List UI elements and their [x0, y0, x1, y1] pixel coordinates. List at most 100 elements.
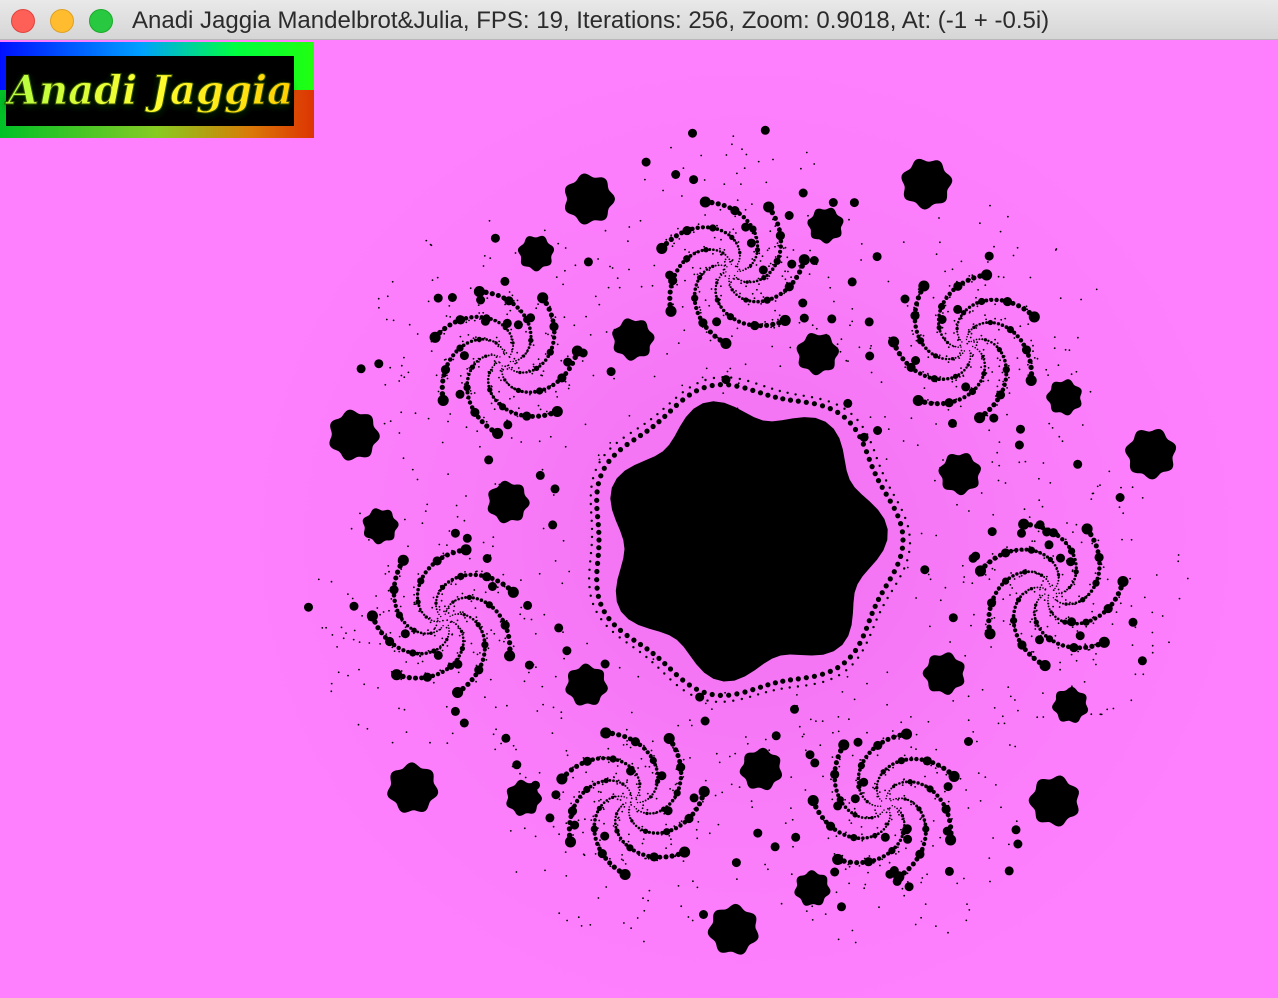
fractal-speck — [684, 279, 686, 282]
fractal-speck — [436, 620, 439, 622]
fractal-speck — [880, 739, 886, 745]
fractal-speck — [1077, 650, 1079, 653]
fractal-speck — [833, 300, 835, 303]
fractal-speck — [1021, 593, 1023, 595]
fractal-speck — [526, 348, 529, 351]
fractal-speck — [1036, 357, 1039, 360]
fractal-speck — [999, 351, 1004, 355]
fractal-speck — [489, 606, 492, 609]
fractal-canvas[interactable] — [0, 40, 1278, 998]
fractal-speck — [713, 236, 716, 239]
fractal-speck — [1095, 576, 1100, 581]
fractal-speck — [866, 456, 872, 462]
fractal-speck — [955, 385, 958, 388]
fractal-speck — [1016, 246, 1019, 249]
fractal-speck — [730, 281, 732, 284]
fractal-speck — [689, 226, 691, 229]
fractal-speck — [597, 258, 599, 260]
fractal-speck — [819, 403, 826, 409]
fractal-speck — [618, 781, 622, 784]
fractal-speck — [417, 662, 419, 665]
fractal-speck — [1039, 586, 1042, 589]
fractal-speck — [590, 519, 593, 522]
fractal-speck — [476, 430, 479, 433]
fractal-speck — [1020, 645, 1022, 647]
fractal-speck — [330, 682, 333, 685]
fractal-speck — [446, 377, 449, 380]
fractal-speck — [475, 336, 477, 338]
fractal-speck — [900, 811, 902, 814]
fractal-speck — [725, 154, 728, 156]
fractal-speck — [869, 857, 872, 860]
fractal-speck — [957, 397, 962, 402]
fractal-speck — [1047, 599, 1049, 602]
fractal-speck — [435, 598, 438, 602]
close-icon[interactable] — [11, 9, 35, 33]
fractal-speck — [1039, 588, 1041, 591]
fractal-speck — [1009, 744, 1011, 746]
fractal-speck — [399, 605, 402, 608]
fractal-speck — [980, 366, 982, 369]
fractal-speck — [551, 382, 556, 388]
fractal-speck — [886, 671, 889, 674]
title-bar[interactable]: Anadi Jaggia Mandelbrot&Julia, FPS: 19, … — [0, 0, 1278, 40]
fractal-speck — [1141, 497, 1144, 499]
fractal-speck — [665, 305, 677, 317]
fractal-speck — [731, 335, 733, 338]
fractal-speck — [790, 276, 792, 279]
fractal-speck — [1052, 611, 1054, 614]
fractal-speck — [969, 278, 971, 281]
fractal-speck — [975, 324, 978, 327]
fractal-speck — [435, 605, 438, 608]
fractal-speck — [759, 260, 762, 262]
fractal-speck — [830, 778, 832, 781]
fractal-speck — [444, 605, 446, 608]
fractal-speck — [486, 637, 488, 640]
fractal-speck — [938, 217, 940, 219]
fractal-speck — [672, 303, 674, 306]
logo-text: Anadi Jaggia — [4, 67, 293, 114]
fractal-speck — [1071, 685, 1073, 688]
fractal-speck — [904, 780, 908, 784]
fractal-speck — [489, 576, 495, 581]
fractal-speck — [476, 653, 479, 656]
fractal-speck — [628, 814, 631, 817]
fractal-speck — [562, 539, 565, 542]
fractal-speck — [940, 472, 943, 475]
fractal-speck — [899, 545, 906, 551]
fractal-speck — [906, 566, 909, 569]
fractal-speck — [434, 601, 438, 605]
fractal-speck — [891, 805, 893, 807]
fractal-speck — [616, 765, 619, 767]
fractal-speck — [500, 276, 510, 286]
fractal-speck — [479, 289, 482, 292]
fractal-speck — [600, 757, 603, 760]
fractal-speck — [944, 586, 947, 589]
fractal-speck — [416, 478, 419, 481]
fractal-speck — [690, 811, 696, 817]
fractal-speck — [1009, 594, 1011, 596]
fractal-speck — [982, 380, 985, 383]
fractal-speck — [600, 659, 610, 669]
fractal-speck — [963, 284, 965, 286]
fractal-speck — [939, 241, 941, 244]
fractal-speck — [763, 203, 766, 206]
fractal-speck — [459, 627, 462, 630]
fractal-speck — [939, 376, 942, 378]
fractal-speck — [667, 308, 670, 310]
fractal-speck — [611, 865, 614, 868]
minimize-icon[interactable] — [50, 9, 74, 33]
fractal-speck — [955, 379, 957, 382]
fractal-speck — [747, 303, 750, 306]
fractal-speck — [765, 682, 771, 688]
fractal-speck — [872, 449, 876, 452]
zoom-icon[interactable] — [89, 9, 113, 33]
fractal-speck — [404, 557, 406, 560]
fractal-speck — [495, 356, 498, 358]
fractal-speck — [395, 588, 398, 591]
fractal-speck — [469, 364, 476, 370]
fractal-speck — [642, 800, 644, 803]
fractal-speck — [714, 288, 717, 291]
fractal-speck — [510, 335, 513, 338]
fractal-speck — [605, 624, 608, 628]
